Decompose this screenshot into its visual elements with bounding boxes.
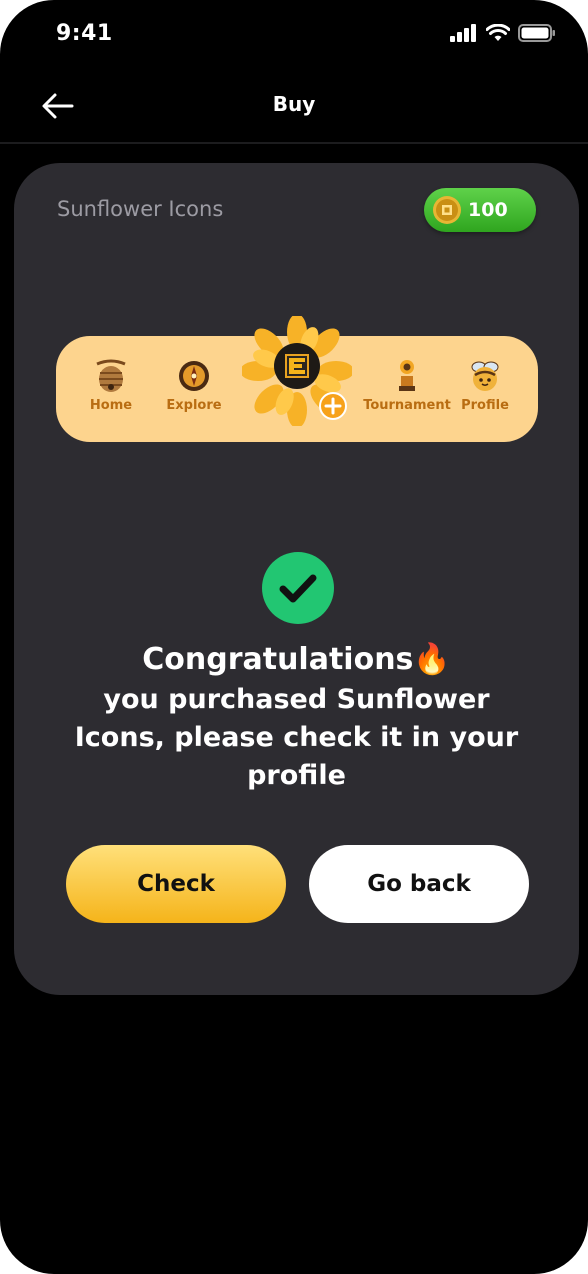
beehive-icon <box>96 359 126 392</box>
success-title: Congratulations🔥 <box>142 642 451 677</box>
status-time: 9:41 <box>56 21 113 46</box>
preview-tab-label: Profile <box>461 398 509 413</box>
phone-screen: 9:41 Buy Sunflower Icons 100 Home Explor… <box>0 0 588 1274</box>
preview-tab-explore: Explore <box>149 358 239 413</box>
success-message: Congratulations🔥 you purchased Sunflower… <box>54 639 539 795</box>
purchase-card: Sunflower Icons 100 Home Explore Tournam… <box>14 163 579 995</box>
preview-tab-label: Home <box>89 398 133 413</box>
item-title: Sunflower Icons <box>57 197 224 221</box>
icon-pack-preview: Home Explore Tournament Profile <box>56 316 538 442</box>
nav-bar: Buy <box>0 70 588 144</box>
signal-icon <box>450 24 476 42</box>
coin-balance-value: 100 <box>468 199 508 221</box>
battery-icon <box>518 24 555 42</box>
coin-icon <box>433 196 461 224</box>
check-button[interactable]: Check <box>66 845 286 923</box>
coin-balance-badge: 100 <box>424 188 536 232</box>
preview-tab-home: Home <box>66 358 156 413</box>
status-icons <box>450 24 556 42</box>
compass-icon <box>179 361 209 391</box>
success-body: you purchased Sunflower Icons, please ch… <box>74 684 519 791</box>
bee-icon <box>471 361 499 391</box>
go-back-button[interactable]: Go back <box>309 845 529 923</box>
preview-tab-label: Tournament <box>363 398 451 413</box>
preview-tab-tournament: Tournament <box>362 358 452 413</box>
check-circle-icon <box>262 552 334 624</box>
trophy-sunflower-icon <box>399 360 415 391</box>
preview-tab-label: Explore <box>166 398 222 413</box>
wifi-icon <box>486 24 510 41</box>
status-bar: 9:41 <box>0 0 588 70</box>
page-title: Buy <box>272 92 316 116</box>
preview-tab-profile: Profile <box>440 358 530 413</box>
plus-icon <box>319 392 347 420</box>
